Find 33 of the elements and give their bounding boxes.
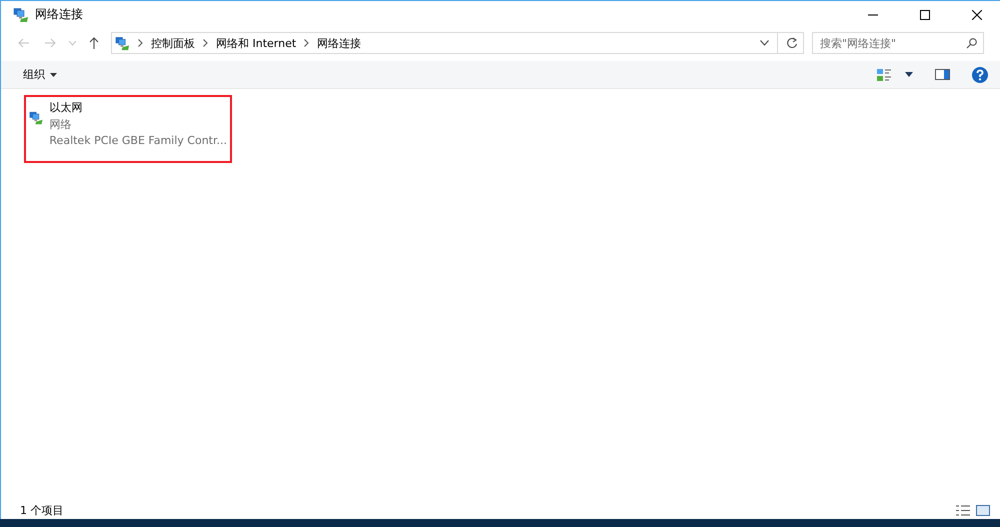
chevron-down-icon bbox=[68, 40, 76, 46]
up-arrow-icon bbox=[89, 37, 99, 49]
search-field[interactable]: 搜索"网络连接" bbox=[812, 32, 984, 54]
breadcrumb[interactable]: 网络和 Internet bbox=[216, 36, 296, 50]
organize-menu[interactable]: 组织 bbox=[23, 67, 57, 82]
breadcrumb[interactable]: 网络连接 bbox=[317, 36, 362, 50]
network-computer-icon bbox=[115, 36, 130, 50]
forward-arrow-icon bbox=[44, 38, 56, 48]
item-count: 1 个项目 bbox=[20, 502, 64, 518]
adapter-name: Realtek PCIe GBE Family Contr... bbox=[49, 134, 227, 147]
details-view-icon[interactable] bbox=[956, 504, 970, 516]
view-options-icon[interactable] bbox=[877, 68, 891, 80]
maximize-icon bbox=[920, 10, 930, 20]
caret-icon bbox=[50, 72, 57, 76]
close-icon bbox=[972, 10, 982, 20]
window-title: 网络连接 bbox=[35, 6, 84, 23]
network-computer-icon bbox=[13, 6, 29, 22]
connection-name: 以太网 bbox=[49, 100, 84, 115]
preview-pane-icon[interactable] bbox=[935, 69, 950, 80]
dropdown-icon[interactable] bbox=[905, 72, 913, 77]
connection-status: 网络 bbox=[49, 117, 72, 132]
chevron-icon bbox=[138, 39, 143, 47]
large-icons-view-icon[interactable] bbox=[976, 504, 990, 516]
breadcrumb[interactable]: 控制面板 bbox=[151, 36, 195, 50]
address-bar[interactable]: 控制面板 网络和 Internet 网络连接 bbox=[111, 32, 804, 54]
help-icon[interactable] bbox=[972, 66, 988, 82]
back-arrow-icon bbox=[18, 38, 30, 48]
dropdown-icon[interactable] bbox=[760, 40, 769, 46]
connection-item[interactable]: 以太网 网络 Realtek PCIe GBE Family Contr... bbox=[24, 95, 232, 163]
chevron-icon bbox=[203, 39, 208, 47]
search-icon bbox=[966, 38, 977, 49]
chevron-icon bbox=[304, 39, 310, 47]
refresh-icon[interactable] bbox=[786, 37, 798, 49]
